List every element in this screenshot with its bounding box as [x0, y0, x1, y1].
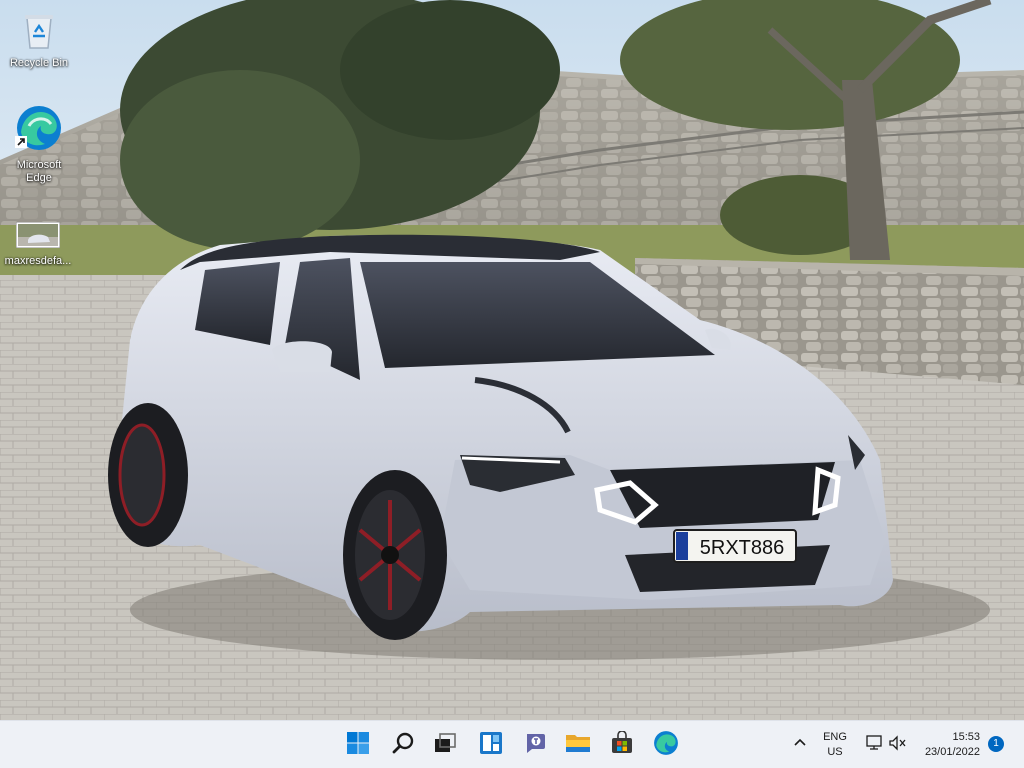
recycle-bin-label: Recycle Bin — [9, 57, 69, 69]
clock-time: 15:53 — [952, 731, 980, 743]
search-button[interactable] — [385, 727, 421, 763]
recycle-bin-icon — [1, 10, 77, 54]
wallpaper-car-scene: 5RXT886 — [0, 0, 1024, 720]
network-wired-icon — [865, 734, 883, 756]
desktop-icon-image-file[interactable]: maxresdefa... — [0, 221, 76, 268]
language-region: US — [827, 746, 843, 758]
clock[interactable]: 15:53 23/01/2022 — [918, 730, 984, 760]
show-hidden-icons-button[interactable] — [786, 727, 814, 763]
file-explorer-icon — [565, 731, 591, 760]
quick-settings-button[interactable] — [858, 727, 914, 763]
file-explorer-button[interactable] — [560, 727, 596, 763]
volume-muted-icon — [889, 734, 907, 756]
notification-count-badge[interactable]: 1 — [988, 736, 1004, 752]
task-view-icon — [433, 731, 457, 760]
taskbar: ENG US 15:53 23/01/2022 — [0, 720, 1024, 768]
input-language-indicator[interactable]: ENG US — [817, 730, 853, 760]
chevron-up-icon — [793, 736, 807, 755]
language-code: ENG — [823, 731, 847, 743]
edge-icon — [653, 730, 679, 761]
teams-chat-icon — [523, 731, 547, 760]
widgets-icon — [479, 731, 503, 760]
search-icon — [391, 731, 415, 760]
image-file-thumbnail-icon — [0, 221, 76, 252]
edge-taskbar-button[interactable] — [648, 727, 684, 763]
clock-date: 23/01/2022 — [924, 746, 980, 758]
microsoft-store-icon — [610, 729, 634, 760]
windows-start-icon — [346, 731, 370, 760]
start-button[interactable] — [340, 727, 376, 763]
task-view-button[interactable] — [427, 727, 463, 763]
image-file-label: maxresdefa... — [4, 255, 72, 267]
license-plate-text: 5RXT886 — [700, 537, 785, 559]
desktop-wallpaper: 5RXT886 — [0, 0, 1024, 720]
widgets-button[interactable] — [473, 727, 509, 763]
edge-icon — [1, 104, 77, 156]
chat-button[interactable] — [517, 727, 553, 763]
microsoft-store-button[interactable] — [604, 727, 640, 763]
desktop-icon-recycle-bin[interactable]: Recycle Bin — [1, 10, 77, 70]
desktop-icon-microsoft-edge[interactable]: Microsoft Edge — [1, 104, 77, 185]
microsoft-edge-label: Microsoft Edge — [16, 159, 62, 184]
